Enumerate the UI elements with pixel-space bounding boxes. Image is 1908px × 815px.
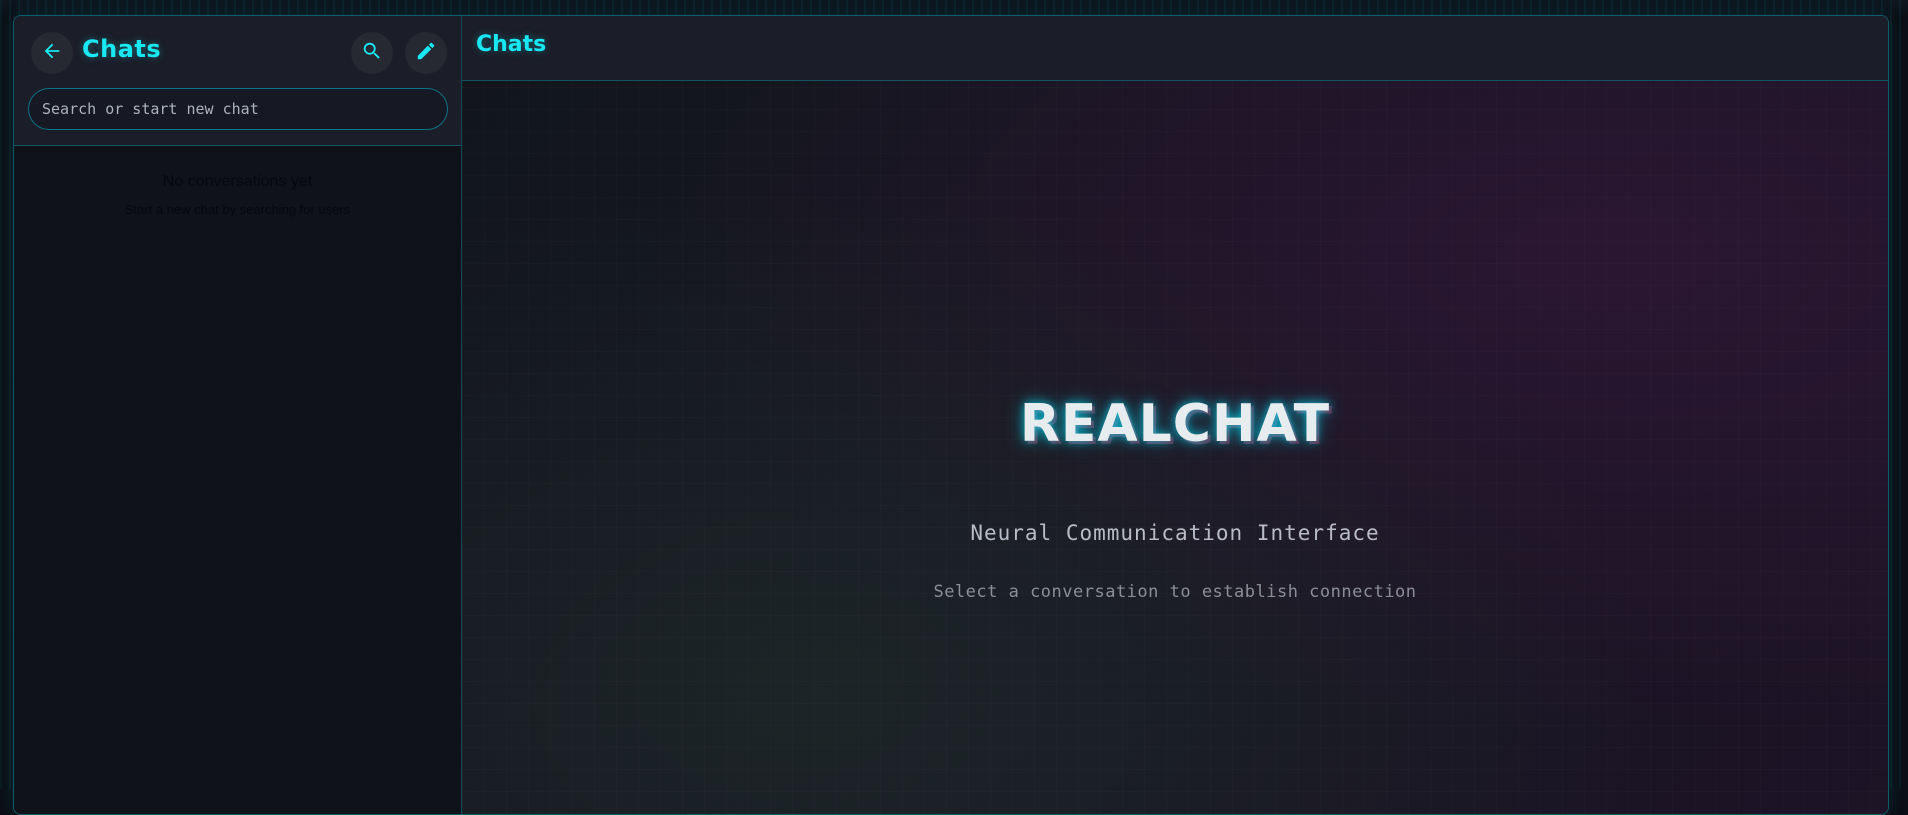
main-header: Chats: [462, 16, 1888, 81]
new-chat-button[interactable]: [405, 32, 447, 74]
sidebar-header: Chats: [14, 16, 461, 146]
tagline: Neural Communication Interface: [970, 521, 1380, 545]
sidebar-title: Chats: [82, 35, 162, 63]
search-button[interactable]: [351, 32, 393, 74]
main-header-title: Chats: [476, 32, 547, 57]
app-logo: REALCHAT: [1019, 394, 1331, 454]
chat-sidebar: Chats No conversations yet Start a new c…: [14, 16, 462, 814]
search-input[interactable]: [28, 88, 448, 130]
app-window: Chats No conversations yet Start a new c…: [13, 15, 1889, 815]
select-conversation-hint: Select a conversation to establish conne…: [933, 582, 1417, 602]
empty-state-title: No conversations yet: [162, 173, 313, 190]
empty-state-subtitle: Start a new chat by searching for users: [124, 202, 351, 217]
chat-main-panel: Chats REALCHAT Neural Communication Inte…: [462, 16, 1888, 814]
back-button[interactable]: [31, 32, 73, 74]
arrow-left-icon: [41, 40, 63, 66]
search-icon: [361, 40, 383, 66]
pencil-icon: [415, 40, 437, 66]
